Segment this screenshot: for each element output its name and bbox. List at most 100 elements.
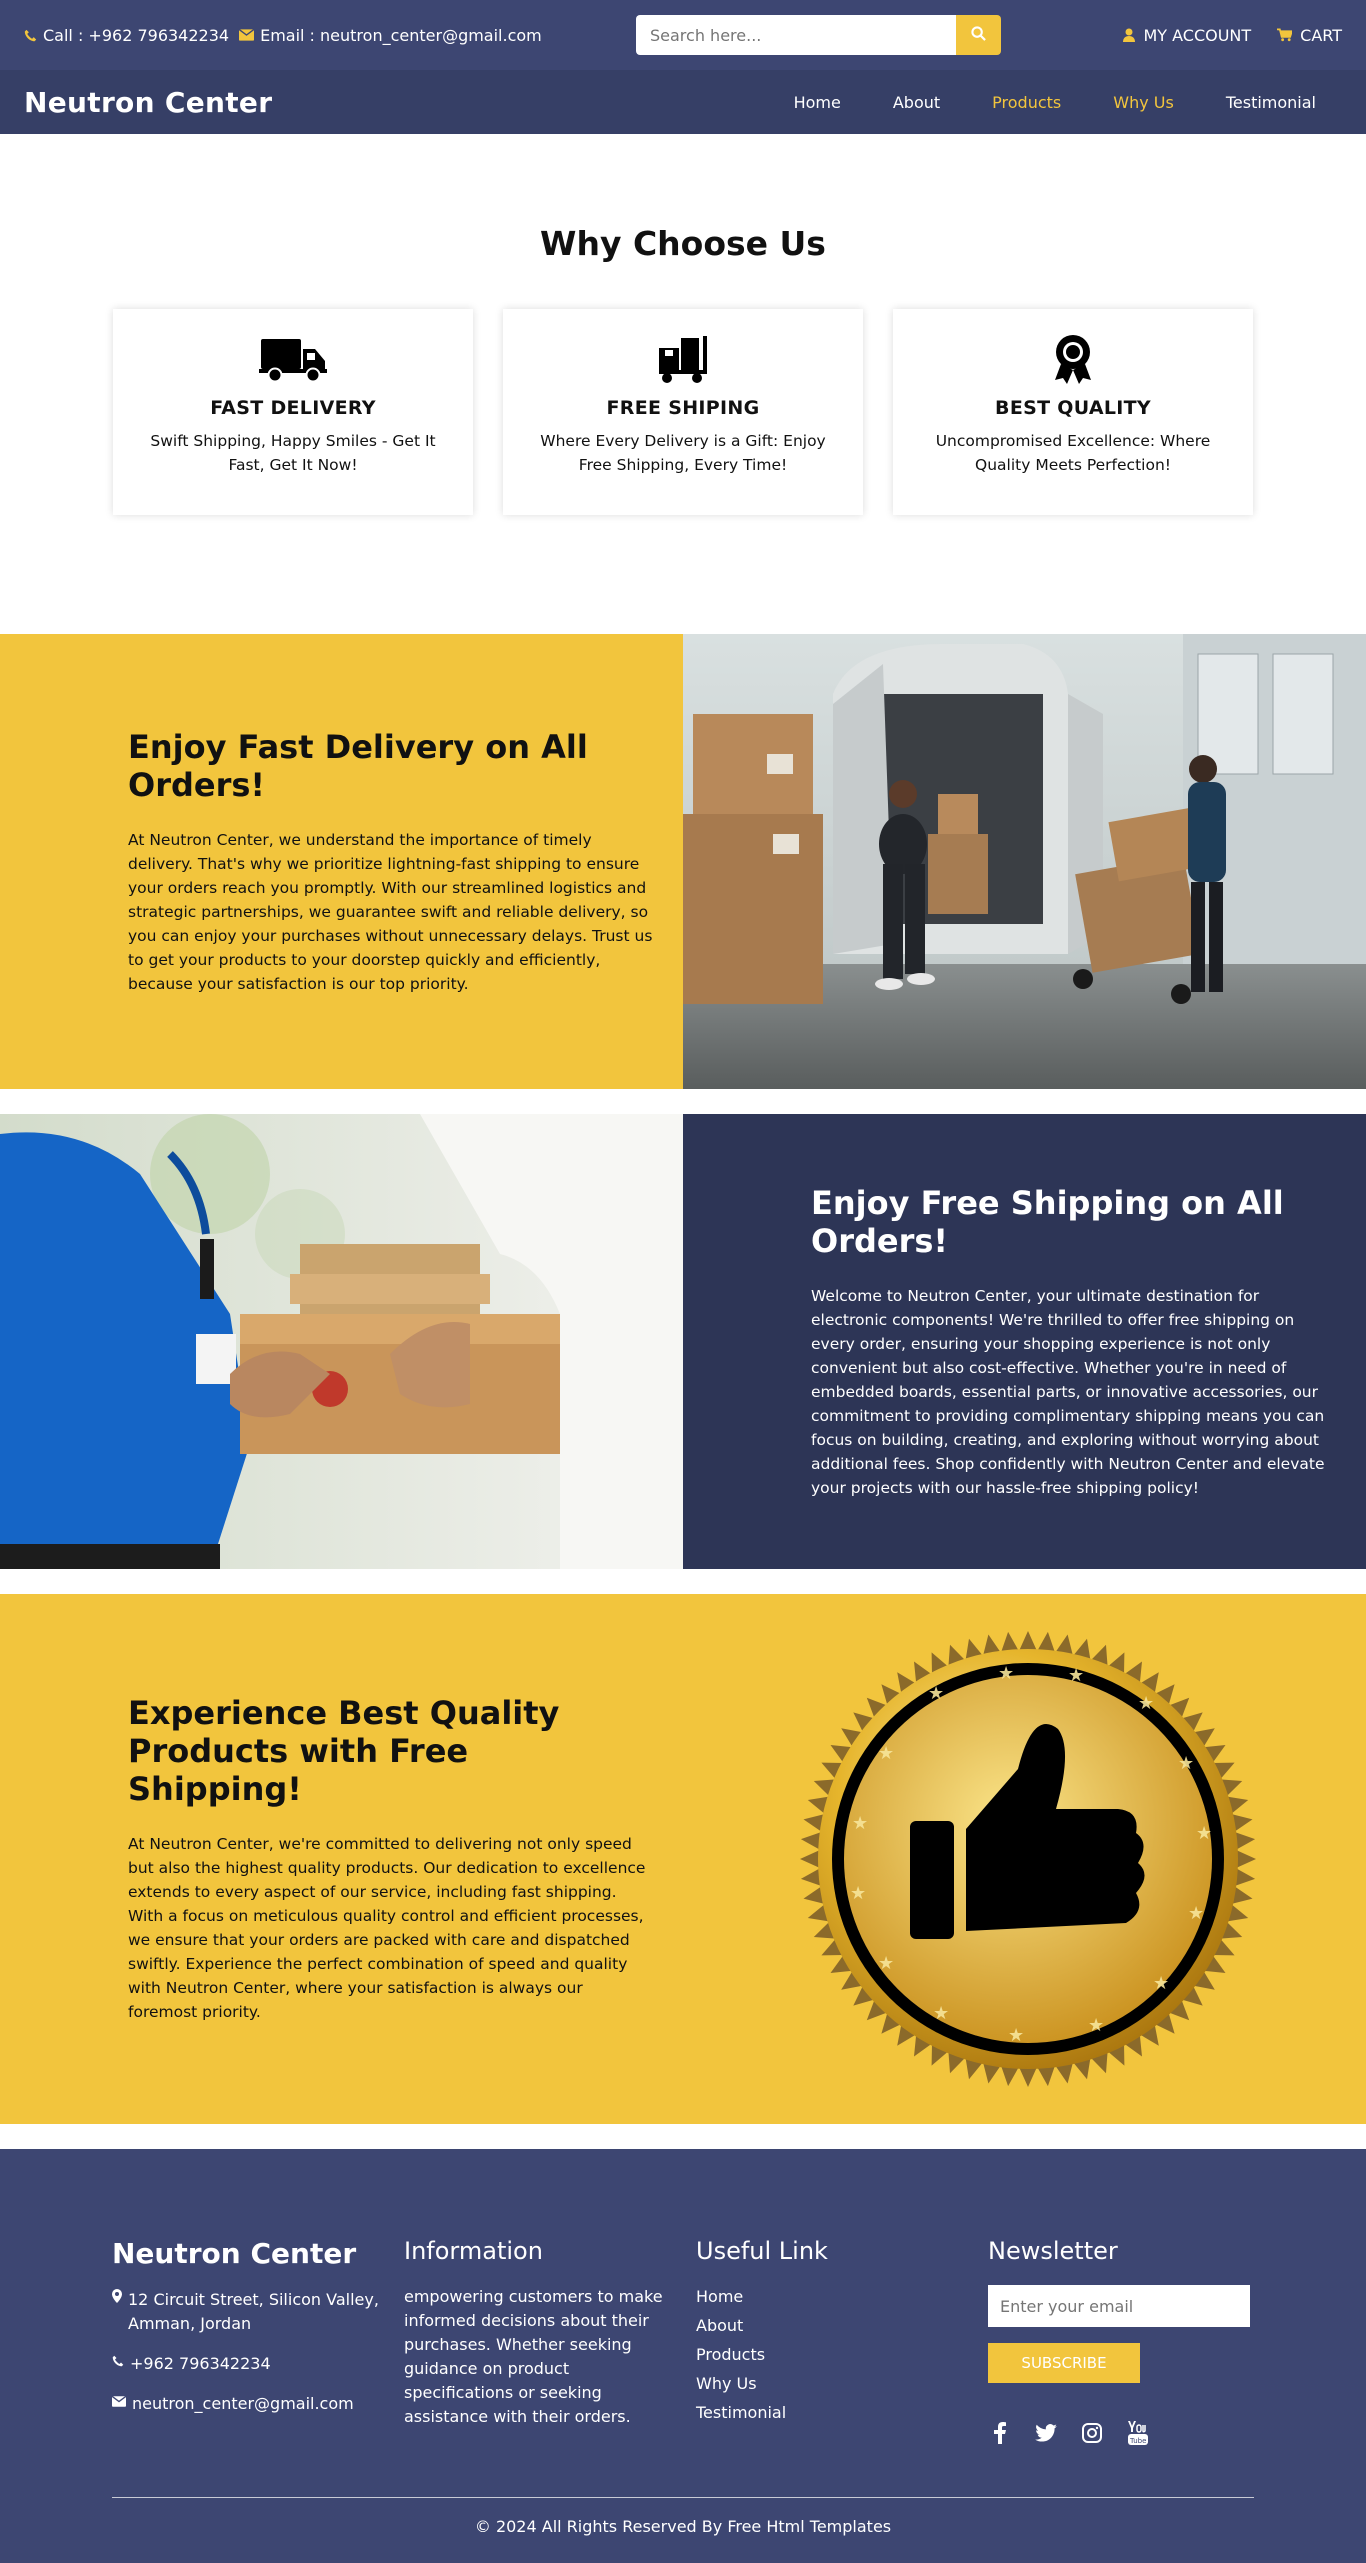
user-icon <box>1123 28 1136 42</box>
phone-icon <box>112 2352 124 2376</box>
information-text: empowering customers to make informed de… <box>404 2287 663 2426</box>
phone-text: +962 796342234 <box>130 2354 271 2373</box>
address-text: 12 Circuit Street, Silicon Valley, Amman… <box>128 2290 379 2333</box>
footer-link-why-us[interactable]: Why Us <box>696 2372 988 2396</box>
call-text: Call : +962 796342234 <box>43 25 230 45</box>
nav-why-us[interactable]: Why Us <box>1087 93 1200 112</box>
main-navbar: Neutron Center Home About Products Why U… <box>0 70 1366 134</box>
card-title: BEST QUALITY <box>995 397 1151 419</box>
brand-logo[interactable]: Neutron Center <box>24 86 272 119</box>
footer-email[interactable]: neutron_center@gmail.com <box>111 2392 404 2416</box>
why-choose-section: Why Choose Us FAST DELIVERY Swift Shippi… <box>0 134 1366 634</box>
award-icon <box>893 331 1253 387</box>
free-shipping-title: Enjoy Free Shipping on All Orders! <box>811 1183 1284 1260</box>
nav-menu: Home About Products Why Us Testimonial <box>768 93 1342 112</box>
information-title: Information <box>404 2237 543 2265</box>
fast-delivery-section: Enjoy Fast Delivery on All Orders! At Ne… <box>0 634 1366 1089</box>
footer-link-products[interactable]: Products <box>696 2343 988 2367</box>
svg-text:★: ★ <box>1088 2015 1104 2036</box>
delivery-van-image <box>683 634 1366 1089</box>
map-marker-icon <box>112 2288 122 2336</box>
footer-link-about[interactable]: About <box>696 2314 988 2338</box>
footer-links-list: Home About Products Why Us Testimonial <box>696 2285 988 2425</box>
footer-brand: Neutron Center <box>112 2237 357 2270</box>
footer-contact: Neutron Center 12 Circuit Street, Silico… <box>111 2237 404 2445</box>
email-text: neutron_center@gmail.com <box>132 2394 354 2413</box>
my-account-link[interactable]: MY ACCOUNT <box>1123 26 1251 45</box>
footer-divider <box>112 2497 1254 2498</box>
best-quality-section: Experience Best Quality Products with Fr… <box>0 1594 1366 2124</box>
svg-text:★: ★ <box>878 1953 894 1974</box>
best-quality-description: At Neutron Center, we're committed to de… <box>128 1835 646 2021</box>
card-fast-delivery: FAST DELIVERY Swift Shipping, Happy Smil… <box>113 309 473 515</box>
svg-text:★: ★ <box>933 2003 949 2024</box>
svg-text:★: ★ <box>852 1813 868 1834</box>
nav-home[interactable]: Home <box>768 93 867 112</box>
svg-text:★: ★ <box>1068 1665 1084 1686</box>
card-text: Swift Shipping, Happy Smiles - Get It Fa… <box>150 432 436 474</box>
newsletter-email-input[interactable] <box>988 2285 1250 2327</box>
search-icon <box>971 25 986 41</box>
search-input[interactable] <box>636 15 956 55</box>
search-button[interactable] <box>956 15 1001 55</box>
twitter-icon[interactable] <box>1034 2421 1058 2445</box>
card-text: Where Every Delivery is a Gift: Enjoy Fr… <box>540 432 826 474</box>
footer-columns: Neutron Center 12 Circuit Street, Silico… <box>0 2149 1366 2445</box>
svg-text:★: ★ <box>1178 1753 1194 1774</box>
free-shipping-description: Welcome to Neutron Center, your ultimate… <box>811 1286 1325 1497</box>
free-shipping-text: Enjoy Free Shipping on All Orders! Welco… <box>683 1114 1366 1569</box>
svg-text:★: ★ <box>1196 1823 1212 1844</box>
useful-link-title: Useful Link <box>696 2237 828 2265</box>
site-footer: Neutron Center 12 Circuit Street, Silico… <box>0 2149 1366 2563</box>
contact-info: Call : +962 796342234 Email : neutron_ce… <box>24 26 542 45</box>
footer-useful-links: Useful Link Home About Products Why Us T… <box>696 2237 988 2445</box>
nav-products[interactable]: Products <box>966 93 1087 112</box>
feature-cards: FAST DELIVERY Swift Shipping, Happy Smil… <box>0 309 1366 515</box>
fast-delivery-text: Enjoy Fast Delivery on All Orders! At Ne… <box>0 634 683 1089</box>
footer-link-testimonial[interactable]: Testimonial <box>696 2401 988 2425</box>
dolly-icon <box>503 331 863 387</box>
instagram-icon[interactable] <box>1080 2421 1104 2445</box>
call-info[interactable]: Call : +962 796342234 <box>24 26 229 45</box>
envelope-icon <box>239 29 255 41</box>
social-links: Tube <box>988 2421 1280 2445</box>
section-gap <box>0 1089 1366 1114</box>
my-account-label: MY ACCOUNT <box>1143 25 1252 45</box>
svg-text:★: ★ <box>850 1883 866 1904</box>
footer-phone[interactable]: +962 796342234 <box>112 2352 404 2376</box>
nav-about[interactable]: About <box>867 93 966 112</box>
card-best-quality: BEST QUALITY Uncompromised Excellence: W… <box>893 309 1253 515</box>
cart-icon <box>1277 28 1293 42</box>
footer-information: Information empowering customers to make… <box>404 2237 696 2445</box>
phone-icon <box>24 29 37 42</box>
section-gap <box>0 1569 1366 1594</box>
footer-link-home[interactable]: Home <box>696 2285 988 2309</box>
truck-icon <box>113 331 473 387</box>
nav-testimonial[interactable]: Testimonial <box>1200 93 1342 112</box>
section-gap <box>0 2124 1366 2149</box>
free-shipping-section: Enjoy Free Shipping on All Orders! Welco… <box>0 1114 1366 1569</box>
cart-link[interactable]: CART <box>1277 26 1342 45</box>
quality-badge-image: ★ ★ ★ ★ ★ ★ ★ ★ ★ ★ ★ ★ ★ ★ ★ <box>683 1594 1366 2124</box>
youtube-icon[interactable]: Tube <box>1126 2421 1150 2445</box>
best-quality-title: Experience Best Quality Products with Fr… <box>128 1694 560 1808</box>
card-title: FREE SHIPING <box>606 397 760 419</box>
search-box <box>636 15 1001 55</box>
email-info[interactable]: Email : neutron_center@gmail.com <box>239 26 542 45</box>
newsletter-title: Newsletter <box>988 2237 1118 2265</box>
svg-text:Tube: Tube <box>1129 2437 1146 2445</box>
svg-text:★: ★ <box>1153 1973 1169 1994</box>
fast-delivery-title: Enjoy Fast Delivery on All Orders! <box>128 727 588 804</box>
card-text: Uncompromised Excellence: Where Quality … <box>935 432 1211 474</box>
facebook-icon[interactable] <box>988 2421 1012 2445</box>
footer-address: 12 Circuit Street, Silicon Valley, Amman… <box>112 2288 404 2336</box>
svg-text:★: ★ <box>1188 1903 1204 1924</box>
card-title: FAST DELIVERY <box>210 397 376 419</box>
svg-text:★: ★ <box>998 1663 1014 1684</box>
account-links: MY ACCOUNT CART <box>1123 0 1342 70</box>
subscribe-button[interactable]: SUBSCRIBE <box>988 2343 1140 2383</box>
envelope-icon <box>111 2392 127 2416</box>
footer-newsletter: Newsletter SUBSCRIBE Tube <box>988 2237 1280 2445</box>
package-handover-image <box>0 1114 683 1569</box>
fast-delivery-description: At Neutron Center, we understand the imp… <box>128 830 653 993</box>
